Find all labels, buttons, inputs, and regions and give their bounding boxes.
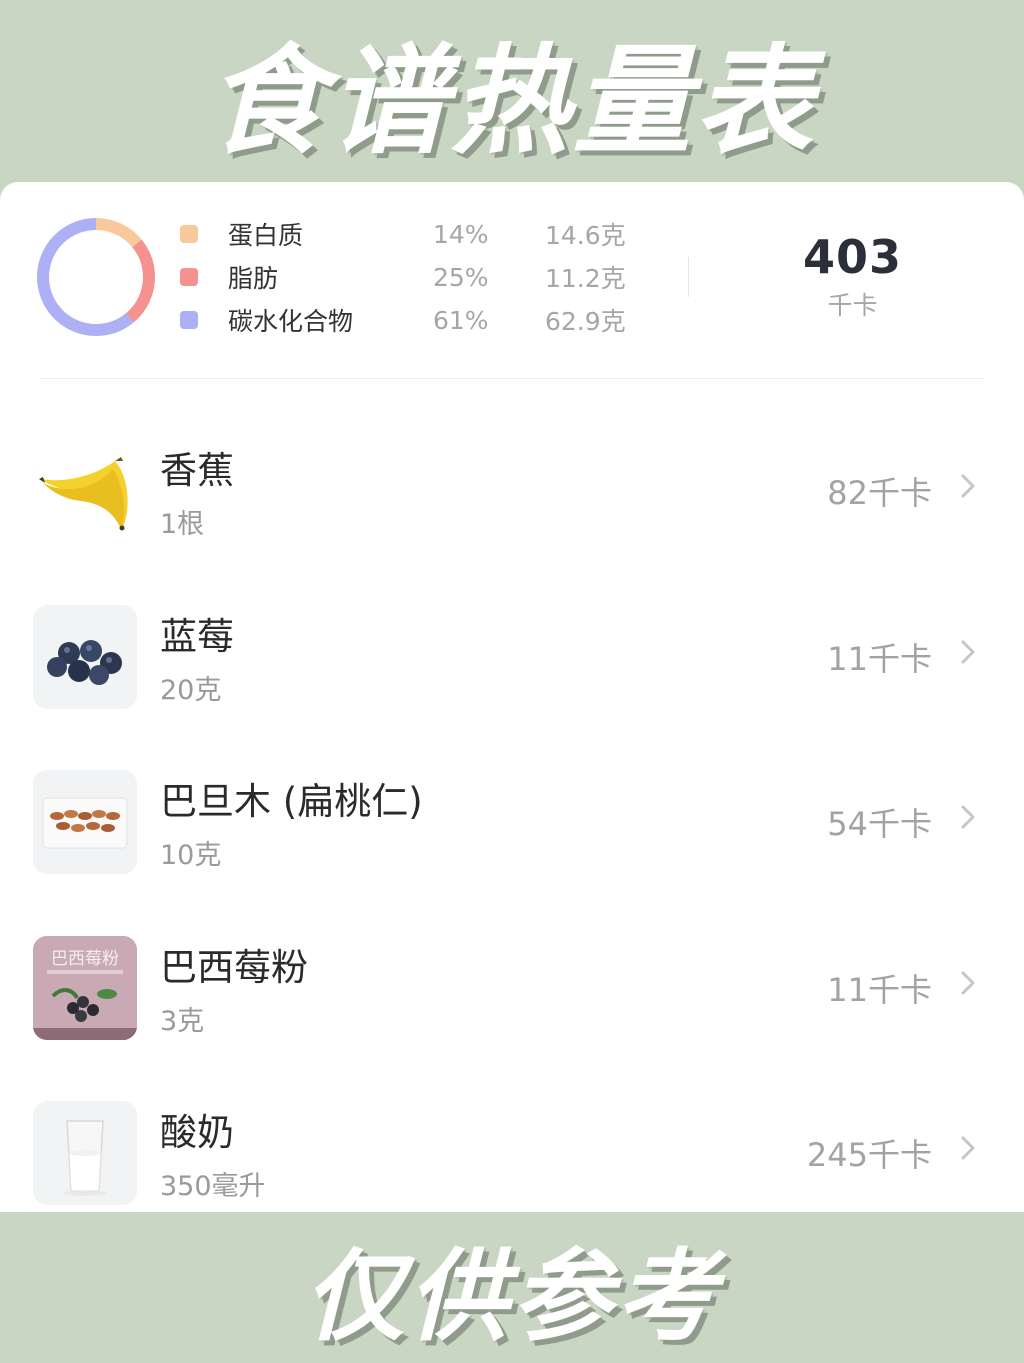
food-item-acai-powder[interactable]: 巴西莓粉 巴西莓粉 3克 11千卡 (0, 901, 1024, 1067)
total-calories-unit: 千卡 (827, 291, 878, 320)
food-item-yogurt[interactable]: 酸奶 350毫升 245千卡 (0, 1066, 1024, 1212)
food-calories: 54千卡 (827, 805, 932, 843)
footer-text: 仅供参考 (304, 1238, 720, 1355)
yogurt-icon (63, 1120, 107, 1196)
page-title: 食谱热量表 (206, 31, 817, 170)
macro-percent: 14% (433, 219, 489, 249)
macro-name: 脂肪 (228, 264, 279, 293)
section-divider (40, 378, 984, 379)
food-name: 蓝莓 (160, 614, 234, 658)
food-item-almond[interactable]: 巴旦木 (扁桃仁) 10克 54千卡 (0, 735, 1024, 901)
food-calories: 11千卡 (827, 639, 932, 678)
total-calories: 403 千卡 (760, 230, 945, 322)
chevron-right-icon (961, 474, 975, 498)
food-name: 巴西莓粉 (160, 945, 308, 989)
carbs-color-dot (180, 311, 198, 329)
total-calories-value: 403 (802, 230, 903, 284)
nutrition-card: 蛋白质 14% 14.6克 脂肪 25% 11.2克 碳水化合物 61% 62.… (0, 182, 1024, 1212)
chevron-right-icon (961, 1136, 975, 1160)
food-thumbnail (33, 439, 137, 543)
food-name: 酸奶 (160, 1111, 234, 1154)
macro-grams: 11.2克 (545, 264, 626, 293)
macro-row-carbs: 碳水化合物 61% 62.9克 (180, 302, 626, 338)
food-item-banana[interactable]: 香蕉 1根 82千卡 (0, 404, 1024, 570)
macro-row-fat: 脂肪 25% 11.2克 (180, 259, 626, 295)
macro-donut-chart (37, 218, 155, 336)
food-amount: 350毫升 (160, 1171, 266, 1202)
food-amount: 1根 (160, 509, 205, 540)
food-amount: 20克 (160, 674, 222, 706)
food-list: 香蕉 1根 82千卡 蓝莓 20克 11千卡 巴旦木 (扁桃仁) 10克 54千… (0, 404, 1024, 1212)
food-calories: 11千卡 (827, 970, 932, 1009)
food-name: 巴旦木 (扁桃仁) (160, 780, 423, 823)
summary-divider (688, 257, 689, 297)
package-label: 巴西莓粉 (51, 949, 119, 969)
food-amount: 3克 (160, 1005, 205, 1037)
macro-name: 碳水化合物 (228, 307, 354, 336)
food-calories: 245千卡 (806, 1136, 932, 1174)
macro-percent: 61% (433, 305, 489, 335)
acai-powder-icon: 巴西莓粉 (33, 935, 137, 1040)
blueberry-icon (47, 639, 122, 685)
food-amount: 10克 (160, 840, 222, 871)
macro-grams: 62.9克 (545, 307, 626, 336)
food-name: 香蕉 (160, 449, 234, 492)
protein-color-dot (180, 225, 198, 243)
macro-percent: 25% (433, 262, 489, 292)
title-banner: 食谱热量表 (0, 0, 1024, 180)
footer-banner: 仅供参考 (0, 1212, 1024, 1363)
nutrition-summary[interactable]: 蛋白质 14% 14.6克 脂肪 25% 11.2克 碳水化合物 61% 62.… (0, 182, 1024, 382)
chevron-right-icon (961, 971, 975, 994)
food-thumbnail (33, 604, 137, 709)
chevron-right-icon (961, 805, 975, 829)
food-item-blueberry[interactable]: 蓝莓 20克 11千卡 (0, 570, 1024, 736)
almond-icon (42, 797, 128, 849)
food-calories: 82千卡 (827, 474, 932, 512)
fat-color-dot (180, 268, 198, 286)
macro-row-protein: 蛋白质 14% 14.6克 (180, 216, 626, 252)
macro-grams: 14.6克 (545, 221, 626, 250)
food-thumbnail (33, 770, 137, 874)
macro-name: 蛋白质 (228, 221, 304, 250)
banana-icon (39, 457, 128, 531)
food-thumbnail (33, 1101, 137, 1205)
food-thumbnail: 巴西莓粉 (33, 935, 137, 1040)
chevron-right-icon (961, 640, 975, 663)
